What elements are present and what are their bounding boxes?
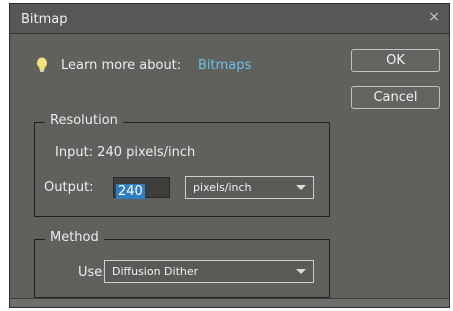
method-select[interactable]: Diffusion Dither xyxy=(104,260,314,283)
chevron-down-icon xyxy=(296,269,306,274)
chevron-down-icon xyxy=(296,185,306,190)
dialog-body: Learn more about: Bitmaps OK Cancel Reso… xyxy=(10,34,449,299)
input-resolution-text: Input: 240 pixels/inch xyxy=(55,145,196,160)
method-legend: Method xyxy=(45,230,104,245)
output-resolution-value: 240 xyxy=(116,184,145,199)
resolution-legend: Resolution xyxy=(45,113,123,128)
bitmap-dialog: Bitmap × Learn more about: Bitmaps OK Ca… xyxy=(9,3,450,308)
title-bar[interactable]: Bitmap × xyxy=(10,4,449,34)
method-select-value: Diffusion Dither xyxy=(112,265,199,278)
output-label: Output: xyxy=(44,180,94,195)
method-group: Method Use: Diffusion Dither xyxy=(34,230,330,298)
bitmaps-help-link[interactable]: Bitmaps xyxy=(198,58,251,73)
output-resolution-input[interactable]: 240 xyxy=(113,177,170,199)
lightbulb-icon xyxy=(37,57,47,72)
resolution-units-select[interactable]: pixels/inch xyxy=(185,176,314,199)
dialog-title: Bitmap xyxy=(21,12,68,27)
cancel-button[interactable]: Cancel xyxy=(351,86,440,109)
resolution-units-value: pixels/inch xyxy=(193,181,252,194)
learn-more-label: Learn more about: xyxy=(61,58,182,73)
use-label: Use: xyxy=(78,265,107,280)
close-icon[interactable]: × xyxy=(428,10,440,24)
resolution-group: Resolution Input: 240 pixels/inch Output… xyxy=(34,113,330,217)
ok-button[interactable]: OK xyxy=(351,49,440,72)
